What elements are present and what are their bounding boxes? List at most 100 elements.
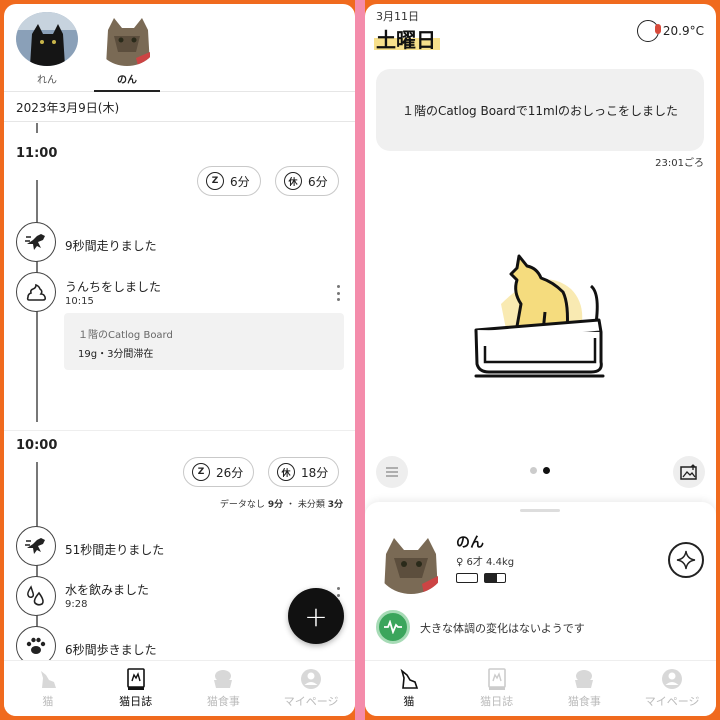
more-options-icon[interactable] (335, 285, 341, 301)
rest-duration: 6分 (308, 174, 328, 189)
rest-duration: 18分 (301, 465, 329, 480)
divider (4, 430, 355, 431)
share-photo-button[interactable] (673, 456, 705, 488)
diary-icon (483, 667, 511, 691)
health-status-text[interactable]: 大きな体調の変化はないようです (420, 620, 585, 636)
rest-time-chip[interactable]: 休 18分 (268, 457, 340, 487)
detail-info: 19g・3分間滞在 (78, 349, 154, 360)
sleep-icon: Z (206, 172, 224, 190)
nav-food[interactable]: 猫食事 (180, 661, 268, 716)
list-view-button[interactable] (376, 456, 408, 488)
date-label: 3月11日 (376, 10, 419, 23)
unclassified-value: 3分 (327, 500, 343, 510)
cat-icon (34, 667, 62, 691)
nav-label: マイページ (644, 695, 700, 708)
ai-insight-button[interactable] (668, 542, 704, 578)
room-temperature: 20.9°C (636, 20, 704, 42)
cat-icon (395, 667, 423, 691)
cat-litter-illustration (461, 234, 621, 384)
poop-icon (16, 272, 56, 312)
hour-label: 11:00 (16, 146, 58, 161)
nav-label: 猫 (42, 695, 54, 708)
nav-label: 猫食事 (567, 695, 601, 708)
food-bowl-icon (570, 667, 598, 691)
event-detail-card[interactable]: １階のCatlog Board 19g・3分間滞在 (64, 313, 344, 370)
date-header: 2023年3月9日(木) (4, 92, 355, 122)
cat-status-sheet: のん ♀ 6才 4.4kg 大きな体調の変化はないようです (365, 502, 716, 662)
weekday-label: 土曜日 (376, 28, 436, 52)
nav-label: 猫日誌 (119, 695, 153, 708)
profile-icon (297, 667, 325, 691)
nav-cat[interactable]: 猫 (4, 661, 92, 716)
timeline-line (36, 123, 38, 133)
latest-activity-message[interactable]: １階のCatlog Boardで11mlのおしっこをしました (376, 69, 704, 151)
nav-food[interactable]: 猫食事 (541, 661, 629, 716)
event-title: 6秒間歩きました (65, 643, 157, 657)
nav-cat[interactable]: 猫 (365, 661, 453, 716)
sheet-handle[interactable] (520, 509, 560, 512)
cat-tab-non[interactable]: のん (92, 12, 162, 92)
event-time: 10:15 (65, 296, 94, 307)
list-icon (386, 467, 398, 477)
cat-photo-ren (16, 12, 78, 66)
detail-place: １階のCatlog Board (78, 330, 173, 341)
nav-diary[interactable]: 猫日誌 (92, 661, 180, 716)
collar-battery-icon (484, 573, 506, 583)
hour-label: 10:00 (16, 438, 58, 453)
nav-mypage[interactable]: マイページ (267, 661, 355, 716)
cat-photo-non (96, 12, 158, 66)
event-title: 水を飲みました (65, 583, 150, 597)
running-cat-icon (16, 526, 56, 566)
sleep-duration: 6分 (230, 174, 250, 189)
date-label: 2023年3月9日(木) (16, 101, 120, 115)
event-time: 9:28 (65, 599, 88, 610)
running-cat-icon (16, 222, 56, 262)
rest-icon: 休 (277, 463, 295, 481)
nav-label: 猫食事 (206, 695, 240, 708)
image-upload-icon (680, 464, 697, 480)
water-drop-icon (16, 576, 56, 616)
separator: ・ (285, 500, 295, 510)
diary-screen: れん のん 2023年3月9日(木) 11:00 Z 6分 休 6分 9秒間走り… (4, 4, 355, 716)
cat-avatar[interactable] (376, 532, 446, 594)
sleep-duration: 26分 (216, 465, 244, 480)
device-battery-icon (456, 573, 478, 583)
event-title: 51秒間走りました (65, 543, 165, 557)
sleep-time-chip[interactable]: Z 26分 (183, 457, 255, 487)
profile-icon (658, 667, 686, 691)
nodata-value: 9分 (267, 500, 284, 510)
nodata-label: データなし (219, 500, 265, 510)
sleep-icon: Z (192, 463, 210, 481)
unclassified-label: 未分類 (297, 500, 325, 510)
nav-label: マイページ (283, 695, 339, 708)
sleep-time-chip[interactable]: Z 6分 (197, 166, 261, 196)
add-record-button[interactable]: + (288, 588, 344, 644)
food-bowl-icon (209, 667, 237, 691)
event-title: うんちをしました (65, 280, 162, 294)
temperature-value: 20.9°C (662, 24, 704, 38)
health-status-icon (376, 610, 410, 644)
carousel-dot (530, 467, 537, 474)
diary-icon (122, 667, 150, 691)
bottom-navigation: 猫 猫日誌 猫食事 マイページ (4, 660, 355, 716)
nav-diary[interactable]: 猫日誌 (453, 661, 541, 716)
cat-name: のん (456, 535, 484, 551)
carousel-dot-active (543, 467, 550, 474)
cat-tab-label: れん (37, 75, 57, 86)
home-screen: 3月11日 土曜日 20.9°C １階のCatlog Boardで11mlのおし… (365, 4, 716, 716)
nav-label: 猫 (403, 695, 415, 708)
message-time: 23:01ごろ (655, 158, 704, 169)
cat-profile-meta: ♀ 6才 4.4kg (456, 557, 515, 568)
nav-label: 猫日誌 (480, 695, 514, 708)
cat-tab-ren[interactable]: れん (12, 12, 82, 92)
cat-tab-bar: れん のん (4, 4, 355, 92)
sparkle-icon (676, 550, 696, 570)
bottom-navigation: 猫 猫日誌 猫食事 マイページ (365, 660, 716, 716)
rest-time-chip[interactable]: 休 6分 (275, 166, 339, 196)
carousel-indicator (530, 467, 550, 474)
nav-mypage[interactable]: マイページ (628, 661, 716, 716)
thermometer-icon (636, 20, 661, 42)
rest-icon: 休 (284, 172, 302, 190)
cat-tab-label: のん (117, 75, 137, 86)
event-title: 9秒間走りました (65, 239, 157, 253)
